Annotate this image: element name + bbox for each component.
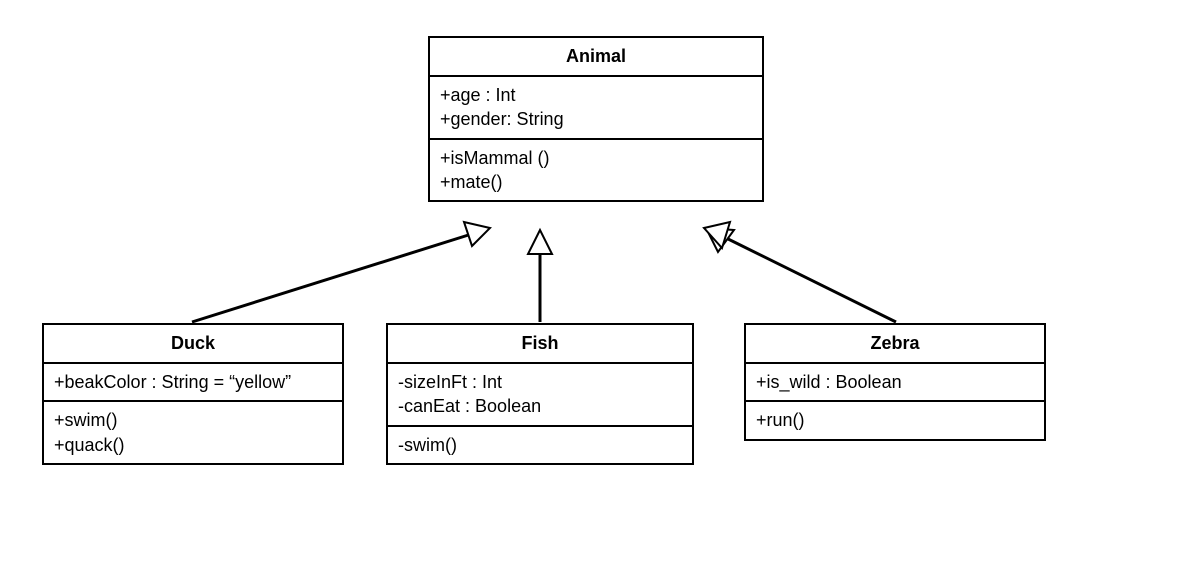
class-methods: +swim() +quack() bbox=[44, 402, 342, 463]
inheritance-fish-to-animal bbox=[528, 230, 552, 322]
inheritance-zebra-to-animal bbox=[704, 222, 896, 322]
method: -swim() bbox=[398, 433, 682, 457]
uml-diagram: { "diagram": { "type": "uml-class-diagra… bbox=[0, 0, 1200, 582]
attribute: -canEat : Boolean bbox=[398, 394, 682, 418]
class-attributes: +beakColor : String = “yellow” bbox=[44, 364, 342, 402]
class-methods: -swim() bbox=[388, 427, 692, 463]
class-zebra: Zebra +is_wild : Boolean +run() bbox=[744, 323, 1046, 441]
class-animal: Animal +age : Int +gender: String +isMam… bbox=[428, 36, 764, 202]
method: +run() bbox=[756, 408, 1034, 432]
class-fish: Fish -sizeInFt : Int -canEat : Boolean -… bbox=[386, 323, 694, 465]
attribute: +beakColor : String = “yellow” bbox=[54, 370, 332, 394]
class-duck: Duck +beakColor : String = “yellow” +swi… bbox=[42, 323, 344, 465]
method: +quack() bbox=[54, 433, 332, 457]
class-attributes: +is_wild : Boolean bbox=[746, 364, 1044, 402]
class-title: Zebra bbox=[746, 325, 1044, 364]
attribute: +is_wild : Boolean bbox=[756, 370, 1034, 394]
class-methods: +run() bbox=[746, 402, 1044, 438]
method: +mate() bbox=[440, 170, 752, 194]
attribute: +gender: String bbox=[440, 107, 752, 131]
class-attributes: -sizeInFt : Int -canEat : Boolean bbox=[388, 364, 692, 427]
class-methods: +isMammal () +mate() bbox=[430, 140, 762, 201]
method: +swim() bbox=[54, 408, 332, 432]
class-attributes: +age : Int +gender: String bbox=[430, 77, 762, 140]
class-title: Duck bbox=[44, 325, 342, 364]
attribute: -sizeInFt : Int bbox=[398, 370, 682, 394]
class-title: Fish bbox=[388, 325, 692, 364]
inheritance-duck-to-animal bbox=[192, 222, 490, 322]
attribute: +age : Int bbox=[440, 83, 752, 107]
method: +isMammal () bbox=[440, 146, 752, 170]
class-title: Animal bbox=[430, 38, 762, 77]
